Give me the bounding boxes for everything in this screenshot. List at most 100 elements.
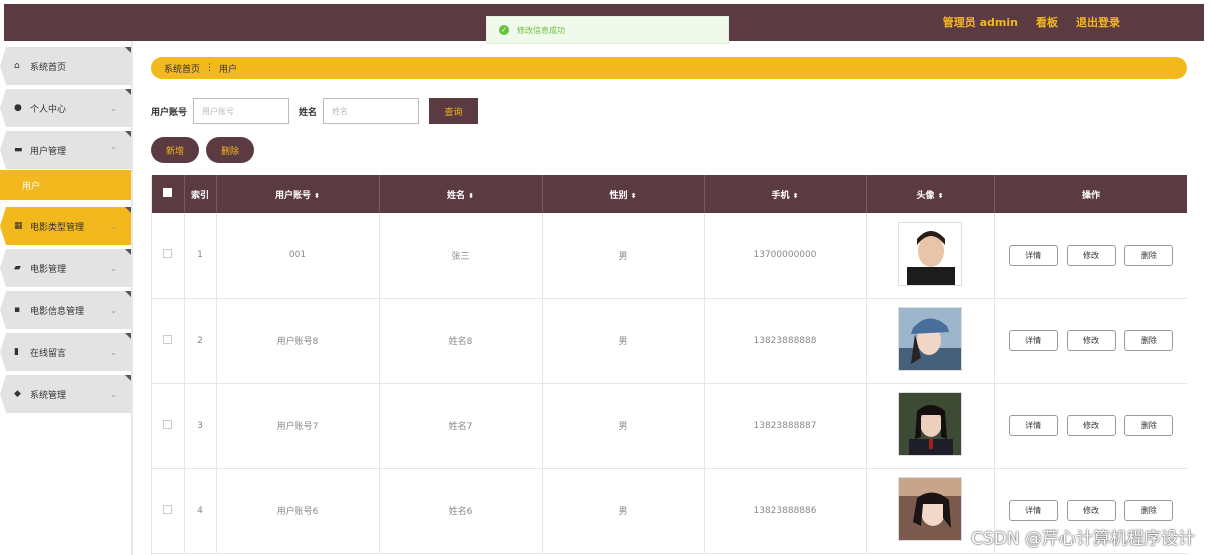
user-icon: ● bbox=[14, 103, 22, 113]
sidebar-item-messages[interactable]: ▮ 在线留言 ⌄ bbox=[0, 333, 131, 371]
row-select[interactable] bbox=[152, 468, 185, 554]
cell-gender: 男 bbox=[542, 468, 705, 554]
sidebar-item-movie-info[interactable]: ▪ 电影信息管理 ⌄ bbox=[0, 291, 131, 329]
row-delete-button[interactable]: 删除 bbox=[1124, 330, 1174, 351]
chevron-down-icon: ⌄ bbox=[110, 103, 117, 113]
cell-avatar bbox=[866, 383, 995, 469]
row-delete-button[interactable]: 删除 bbox=[1124, 415, 1174, 436]
header-links: 管理员 admin 看板 退出登录 bbox=[943, 14, 1120, 30]
sidebar-item-user-management[interactable]: ▬ 用户管理 ⌃ bbox=[0, 131, 131, 169]
edit-button[interactable]: 修改 bbox=[1066, 500, 1116, 521]
sidebar-item-label: 电影类型管理 bbox=[30, 222, 85, 233]
cell-index: 2 bbox=[184, 298, 217, 384]
sidebar: ⌂ 系统首页 ● 个人中心 ⌄ ▬ 用户管理 ⌃ 用户 ▦ 电影类型管理 ⌄ ▰… bbox=[0, 41, 133, 555]
cell-index: 3 bbox=[184, 383, 217, 469]
briefcase-icon: ▰ bbox=[14, 263, 21, 273]
header-gender[interactable]: 性别 ⬍ bbox=[542, 175, 705, 213]
sidebar-item-label: 在线留言 bbox=[30, 348, 67, 359]
separator-icon: ⋮ bbox=[205, 63, 215, 73]
detail-button[interactable]: 详情 bbox=[1008, 330, 1058, 351]
board-link[interactable]: 看板 bbox=[1036, 14, 1058, 30]
header-select-all[interactable] bbox=[152, 175, 185, 213]
detail-button[interactable]: 详情 bbox=[1008, 500, 1058, 521]
edit-button[interactable]: 修改 bbox=[1066, 244, 1116, 266]
cell-index: 4 bbox=[184, 468, 217, 554]
chevron-down-icon: ⌄ bbox=[110, 389, 117, 399]
cell-phone: 13823888887 bbox=[704, 383, 867, 469]
cell-avatar bbox=[866, 298, 995, 384]
sidebar-item-label: 用户 bbox=[22, 181, 41, 192]
cell-name: 姓名7 bbox=[379, 383, 543, 469]
detail-button[interactable]: 详情 bbox=[1008, 415, 1058, 436]
sidebar-item-movie-types[interactable]: ▦ 电影类型管理 ⌄ bbox=[0, 207, 131, 245]
detail-button[interactable]: 详情 bbox=[1008, 244, 1058, 266]
cell-account: 用户账号7 bbox=[216, 383, 380, 469]
checkbox-icon[interactable] bbox=[163, 188, 173, 197]
sort-icon[interactable]: ⬍ bbox=[793, 192, 799, 200]
logout-link[interactable]: 退出登录 bbox=[1076, 14, 1120, 30]
avatar[interactable] bbox=[898, 307, 962, 371]
sidebar-item-profile[interactable]: ● 个人中心 ⌄ bbox=[0, 89, 131, 127]
admin-label[interactable]: 管理员 admin bbox=[943, 14, 1018, 30]
chevron-down-icon: ⌄ bbox=[110, 263, 117, 273]
row-delete-button[interactable]: 删除 bbox=[1124, 500, 1174, 521]
edit-button[interactable]: 修改 bbox=[1066, 330, 1116, 351]
sidebar-subitem-users[interactable]: 用户 bbox=[0, 170, 131, 200]
cell-index: 1 bbox=[184, 213, 217, 299]
checkbox-icon[interactable] bbox=[163, 334, 173, 344]
user-table: 索引 用户账号 ⬍ 姓名 ⬍ 性别 ⬍ 手机 ⬍ 头像 ⬍ 操作 1 001 张三 男 1… bbox=[152, 175, 1187, 554]
breadcrumb-home[interactable]: 系统首页 bbox=[164, 62, 200, 75]
search-bar: 用户账号 姓名 查询 bbox=[151, 98, 479, 124]
sort-icon[interactable]: ⬍ bbox=[468, 192, 474, 200]
sidebar-item-movies[interactable]: ▰ 电影管理 ⌄ bbox=[0, 249, 131, 287]
header-account[interactable]: 用户账号 ⬍ bbox=[216, 175, 380, 213]
row-select[interactable] bbox=[152, 213, 185, 299]
user-table-wrapper: 索引 用户账号 ⬍ 姓名 ⬍ 性别 ⬍ 手机 ⬍ 头像 ⬍ 操作 1 001 张三 男 1… bbox=[151, 175, 1187, 555]
account-label: 用户账号 bbox=[151, 107, 188, 118]
sidebar-item-label: 系统管理 bbox=[30, 390, 67, 401]
sidebar-item-label: 电影信息管理 bbox=[30, 306, 85, 317]
cell-name: 姓名8 bbox=[379, 298, 543, 384]
header-avatar[interactable]: 头像 ⬍ bbox=[866, 175, 995, 213]
sort-icon[interactable]: ⬍ bbox=[938, 192, 944, 200]
table-row: 1 001 张三 男 13700000000 详情 修改 删除 bbox=[152, 213, 1187, 299]
account-input[interactable] bbox=[193, 98, 290, 124]
sidebar-item-label: 系统首页 bbox=[30, 62, 67, 73]
query-button[interactable]: 查询 bbox=[429, 98, 479, 124]
avatar[interactable] bbox=[898, 477, 962, 541]
delete-button[interactable]: 删除 bbox=[206, 137, 254, 163]
header-label: 性别 bbox=[609, 190, 628, 201]
sort-icon[interactable]: ⬍ bbox=[314, 192, 320, 200]
avatar[interactable] bbox=[898, 221, 962, 286]
checkbox-icon[interactable] bbox=[163, 249, 173, 259]
header-name[interactable]: 姓名 ⬍ bbox=[379, 175, 543, 213]
header-phone[interactable]: 手机 ⬍ bbox=[704, 175, 867, 213]
add-button[interactable]: 新增 bbox=[151, 137, 199, 163]
cell-account: 001 bbox=[216, 213, 380, 299]
chevron-down-icon: ⌄ bbox=[110, 305, 117, 315]
watermark: CSDN @芹心计算机程序设计 bbox=[971, 529, 1195, 549]
cell-name: 张三 bbox=[379, 213, 543, 299]
cell-avatar bbox=[866, 213, 995, 299]
avatar[interactable] bbox=[898, 392, 962, 456]
home-icon: ⌂ bbox=[14, 61, 20, 71]
edit-button[interactable]: 修改 bbox=[1066, 415, 1116, 436]
sidebar-item-label: 电影管理 bbox=[30, 264, 67, 275]
header-label: 手机 bbox=[771, 190, 790, 201]
name-input[interactable] bbox=[323, 98, 420, 124]
cell-account: 用户账号6 bbox=[216, 468, 380, 554]
cell-ops: 详情 修改 删除 bbox=[994, 298, 1187, 384]
header-label: 用户账号 bbox=[275, 190, 312, 201]
monitor-icon: ▬ bbox=[14, 145, 23, 155]
row-delete-button[interactable]: 删除 bbox=[1124, 244, 1174, 266]
row-select[interactable] bbox=[152, 298, 185, 384]
row-select[interactable] bbox=[152, 383, 185, 469]
checkbox-icon[interactable] bbox=[163, 419, 173, 429]
sidebar-item-system[interactable]: ◆ 系统管理 ⌄ bbox=[0, 375, 131, 413]
sort-icon[interactable]: ⬍ bbox=[631, 192, 637, 200]
cell-phone: 13700000000 bbox=[704, 213, 867, 299]
cell-gender: 男 bbox=[542, 213, 705, 299]
sidebar-item-home[interactable]: ⌂ 系统首页 bbox=[0, 47, 131, 85]
checkbox-icon[interactable] bbox=[163, 504, 173, 514]
check-circle-icon: ✓ bbox=[499, 25, 509, 35]
